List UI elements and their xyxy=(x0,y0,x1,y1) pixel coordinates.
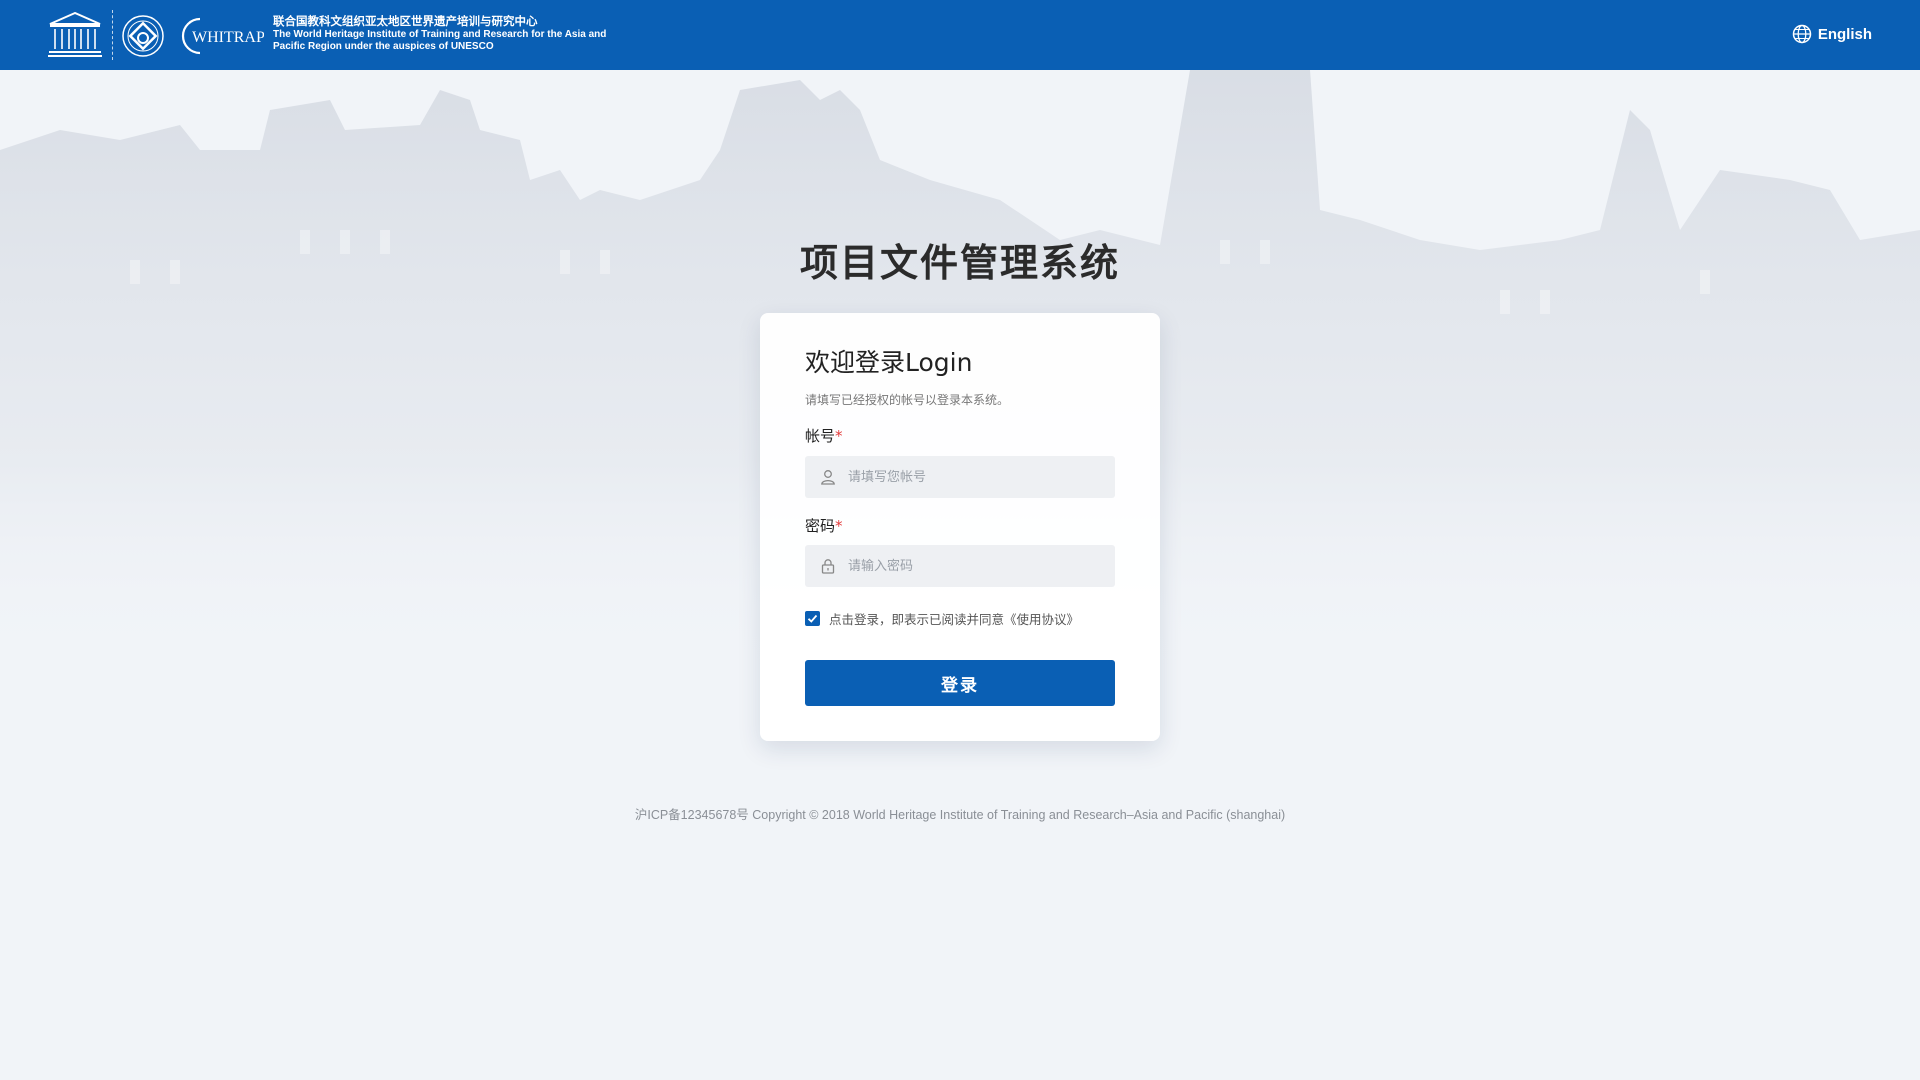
user-icon xyxy=(821,470,835,485)
required-mark: * xyxy=(835,517,843,535)
svg-text:WHITRAP: WHITRAP xyxy=(192,29,264,46)
footer-copyright: 沪ICP备12345678号 Copyright © 2018 World He… xyxy=(634,808,1286,822)
account-label: 帐号* xyxy=(805,425,843,446)
checkmark-icon xyxy=(807,614,818,623)
password-input[interactable] xyxy=(846,557,1110,575)
login-title: 欢迎登录Login xyxy=(805,348,973,377)
top-header: WHITRAP 联合国教科文组织亚太地区世界遗产培训与研究中心 The Worl… xyxy=(0,0,1920,70)
agreement-checkbox[interactable] xyxy=(805,611,820,626)
password-label: 密码* xyxy=(805,515,843,536)
account-field[interactable] xyxy=(805,456,1115,498)
agreement-row: 点击登录，即表示已阅读并同意《使用协议》 xyxy=(805,609,1079,628)
required-mark: * xyxy=(835,427,843,445)
password-label-text: 密码 xyxy=(805,517,836,535)
organization-name: 联合国教科文组织亚太地区世界遗产培训与研究中心 The World Herita… xyxy=(273,13,613,53)
logo-divider xyxy=(112,10,114,60)
login-card: 欢迎登录Login 请填写已经授权的帐号以登录本系统。 帐号* 密码* 点击登录… xyxy=(760,313,1160,741)
account-label-text: 帐号 xyxy=(805,427,836,445)
unesco-logo xyxy=(48,12,102,57)
language-switch[interactable]: English xyxy=(1792,24,1872,44)
password-field[interactable] xyxy=(805,545,1115,587)
agreement-text[interactable]: 点击登录，即表示已阅读并同意《使用协议》 xyxy=(829,609,1079,628)
lock-icon xyxy=(821,559,835,574)
world-heritage-emblem xyxy=(122,15,164,57)
system-title: 项目文件管理系统 xyxy=(799,241,1120,285)
organization-name-en: The World Heritage Institute of Training… xyxy=(273,29,607,52)
login-button[interactable]: 登录 xyxy=(805,660,1115,706)
login-subtitle: 请填写已经授权的帐号以登录本系统。 xyxy=(805,393,1010,407)
organization-name-cn: 联合国教科文组织亚太地区世界遗产培训与研究中心 xyxy=(273,14,538,28)
whitrap-logo: WHITRAP xyxy=(181,17,264,55)
language-label: English xyxy=(1817,25,1872,43)
account-input[interactable] xyxy=(846,468,1110,486)
globe-icon xyxy=(1792,24,1812,44)
